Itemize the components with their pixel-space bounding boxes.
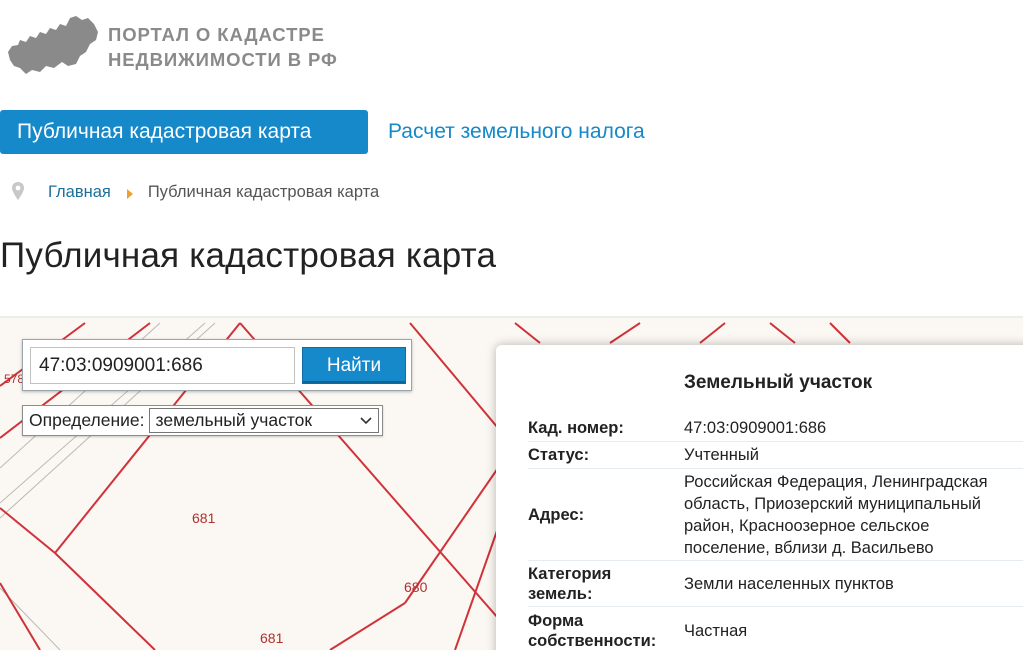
- map-label-681-top: 681: [192, 510, 216, 526]
- info-key-text: Адрес: [528, 505, 579, 524]
- info-row-ownership: Форма собственности: Частная: [528, 607, 1023, 650]
- chevron-down-icon: [359, 416, 372, 424]
- main-nav: Публичная кадастровая карта Расчет земел…: [0, 110, 645, 154]
- info-value: Земли населенных пунктов: [684, 574, 894, 593]
- russia-map-icon[interactable]: [6, 12, 100, 76]
- find-button[interactable]: Найти: [302, 347, 406, 384]
- info-key: Форма собственности:: [528, 612, 657, 650]
- search-panel: Найти: [22, 339, 412, 391]
- breadcrumb-separator-icon: [126, 188, 133, 199]
- info-value: Учтенный: [684, 446, 759, 464]
- cadastral-number-input[interactable]: [30, 347, 295, 384]
- info-key-text: Статус: [528, 446, 584, 464]
- logo-line-2: НЕДВИЖИМОСТИ В РФ: [108, 49, 338, 70]
- info-value: Российская Федерация, Ленинградская обла…: [684, 472, 988, 557]
- tab-land-tax[interactable]: Расчет земельного налога: [368, 120, 645, 144]
- location-pin-icon: [12, 182, 24, 200]
- parcel-info-card: Земельный участок Кад. номер: 47:03:0909…: [496, 345, 1023, 650]
- info-key-text: Категория земель: [528, 564, 612, 603]
- info-key: Кад. номер:: [528, 419, 624, 437]
- definition-selected-value: земельный участок: [155, 410, 313, 430]
- info-key-text: Кад. номер: [528, 419, 619, 437]
- breadcrumb: Главная Публичная кадастровая карта: [10, 180, 379, 204]
- site-logo-text[interactable]: ПОРТАЛ О КАДАСТРЕ НЕДВИЖИМОСТИ В РФ: [108, 22, 338, 72]
- site-header: ПОРТАЛ О КАДАСТРЕ НЕДВИЖИМОСТИ В РФ: [0, 0, 1023, 100]
- tab-cadastral-map[interactable]: Публичная кадастровая карта: [0, 110, 368, 154]
- info-row-cad-number: Кад. номер: 47:03:0909001:686: [528, 415, 1023, 442]
- info-row-land-category: Категория земель: Земли населенных пункт…: [528, 561, 1023, 607]
- breadcrumb-home-link[interactable]: Главная: [48, 183, 111, 202]
- info-row-status: Статус: Учтенный: [528, 442, 1023, 469]
- info-key: Адрес:: [528, 505, 585, 524]
- info-table: Кад. номер: 47:03:0909001:686 Статус: Уч…: [528, 415, 1023, 650]
- info-key-text: Форма собственности: [528, 612, 651, 650]
- logo-line-1: ПОРТАЛ О КАДАСТРЕ: [108, 24, 325, 45]
- map-label-681-bottom: 681: [260, 630, 284, 646]
- info-value: Частная: [684, 622, 748, 640]
- info-card-title: Земельный участок: [684, 372, 873, 393]
- definition-select[interactable]: земельный участок: [148, 408, 379, 433]
- breadcrumb-current: Публичная кадастровая карта: [147, 182, 380, 201]
- map-label-680: 680: [404, 579, 428, 595]
- info-row-address: Адрес: Российская Федерация, Ленинградск…: [528, 469, 1023, 561]
- definition-panel: Определение: земельный участок: [22, 405, 383, 436]
- info-key: Категория земель:: [528, 564, 612, 603]
- page-title: Публичная кадастровая карта: [0, 236, 497, 275]
- info-key: Статус:: [528, 446, 590, 464]
- definition-label: Определение:: [29, 410, 145, 430]
- info-value: 47:03:0909001:686: [684, 419, 827, 437]
